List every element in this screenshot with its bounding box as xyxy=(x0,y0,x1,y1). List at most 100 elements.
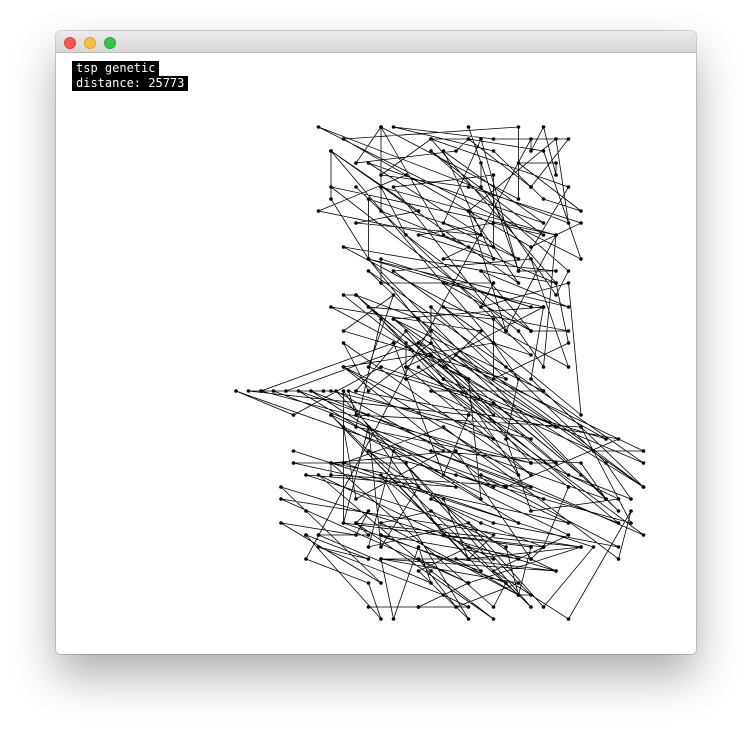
city-point xyxy=(304,557,308,561)
city-point xyxy=(616,557,621,561)
city-point xyxy=(279,485,283,489)
city-point xyxy=(504,485,508,489)
city-point xyxy=(354,389,358,393)
city-point xyxy=(629,497,633,501)
city-point xyxy=(454,473,458,477)
city-point xyxy=(529,593,533,597)
city-point xyxy=(379,617,383,621)
city-point xyxy=(329,413,333,417)
city-point xyxy=(404,365,408,369)
minimize-button[interactable] xyxy=(84,37,96,49)
city-point xyxy=(604,461,608,465)
city-point xyxy=(616,521,621,525)
city-point xyxy=(616,437,621,441)
city-point xyxy=(354,221,358,225)
city-point xyxy=(441,593,446,597)
city-point xyxy=(616,509,621,513)
city-point xyxy=(504,365,508,369)
city-point xyxy=(441,281,446,285)
city-point xyxy=(404,233,408,237)
city-point xyxy=(466,185,471,189)
city-point xyxy=(366,197,371,201)
city-point xyxy=(366,509,371,513)
city-point xyxy=(541,305,546,309)
city-point xyxy=(341,461,346,465)
tour-path xyxy=(235,125,644,621)
city-point xyxy=(354,533,358,537)
city-point xyxy=(341,389,346,393)
city-point xyxy=(429,389,433,393)
city-point xyxy=(541,221,546,225)
city-point xyxy=(554,461,558,465)
city-point xyxy=(516,281,521,285)
city-point xyxy=(416,557,421,561)
city-point xyxy=(554,233,558,237)
city-point xyxy=(404,341,408,345)
city-point xyxy=(379,545,383,549)
city-point xyxy=(341,245,346,249)
city-point xyxy=(416,341,421,345)
city-point xyxy=(329,473,333,477)
city-point xyxy=(416,605,421,609)
city-point xyxy=(354,293,358,297)
city-point xyxy=(429,581,433,585)
city-point xyxy=(354,521,358,525)
city-point xyxy=(366,533,371,537)
city-point xyxy=(491,533,496,537)
city-point xyxy=(491,413,496,417)
city-point xyxy=(491,617,496,621)
city-point xyxy=(291,449,296,453)
city-point xyxy=(366,365,371,369)
city-point xyxy=(341,521,346,525)
city-point xyxy=(641,485,646,489)
city-point xyxy=(379,257,383,261)
city-point xyxy=(454,149,458,153)
close-button[interactable] xyxy=(64,37,76,49)
city-point xyxy=(441,473,446,477)
city-point xyxy=(346,389,351,393)
city-point xyxy=(566,341,571,345)
title-bar[interactable] xyxy=(56,31,696,53)
city-point xyxy=(579,209,583,213)
city-point xyxy=(416,209,421,213)
city-point xyxy=(504,377,508,381)
city-point xyxy=(541,197,546,201)
city-point xyxy=(441,221,446,225)
city-point xyxy=(491,377,496,381)
maximize-button[interactable] xyxy=(104,37,116,49)
city-point xyxy=(566,329,571,333)
city-point xyxy=(491,245,496,249)
city-point xyxy=(491,149,496,153)
city-point xyxy=(441,533,446,537)
city-point xyxy=(641,449,646,453)
city-point xyxy=(541,605,546,609)
city-point xyxy=(504,581,508,585)
city-point xyxy=(479,329,483,333)
city-point xyxy=(629,509,633,513)
city-point xyxy=(379,317,383,321)
city-point xyxy=(391,185,396,189)
city-point xyxy=(379,185,383,189)
city-point xyxy=(416,365,421,369)
city-point xyxy=(304,473,308,477)
city-point xyxy=(366,605,371,609)
tour-plot xyxy=(234,125,646,621)
city-point xyxy=(554,281,558,285)
city-point xyxy=(529,473,533,477)
city-point xyxy=(579,461,583,465)
city-point xyxy=(604,437,608,441)
city-point xyxy=(316,473,321,477)
city-point xyxy=(379,581,383,585)
city-point xyxy=(541,233,546,237)
city-point xyxy=(429,305,433,309)
city-point xyxy=(541,545,546,549)
city-point xyxy=(479,305,483,309)
city-point xyxy=(529,605,533,609)
city-point xyxy=(329,389,333,393)
city-point xyxy=(291,413,296,417)
city-point xyxy=(479,569,483,573)
city-point xyxy=(316,533,321,537)
city-point xyxy=(566,533,571,537)
city-point xyxy=(416,545,421,549)
city-point xyxy=(616,497,621,501)
